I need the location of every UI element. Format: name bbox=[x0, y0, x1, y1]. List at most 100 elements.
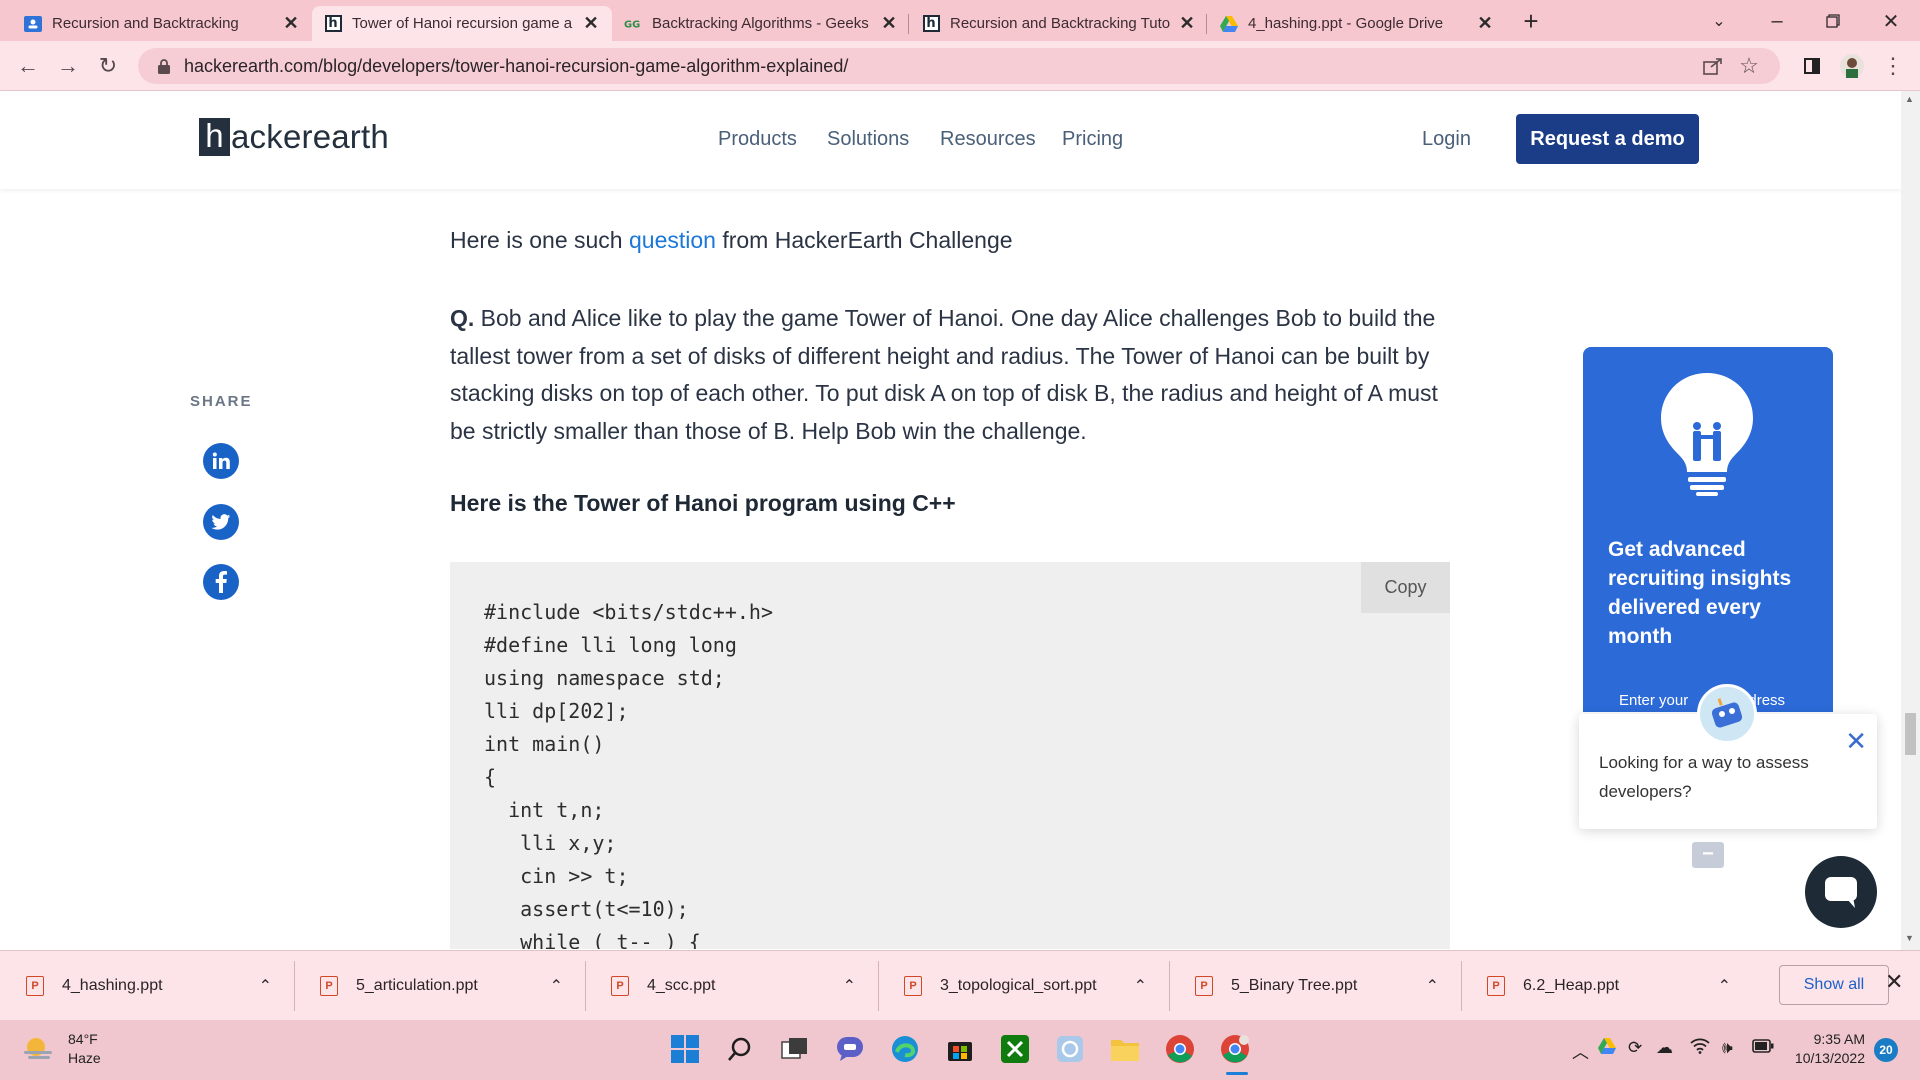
onedrive-cloud-icon[interactable]: ☁ bbox=[1656, 1038, 1673, 1058]
download-filename: 5_Binary Tree.ppt bbox=[1231, 977, 1358, 994]
windows-start-icon[interactable] bbox=[668, 1032, 702, 1066]
download-filename: 5_articulation.ppt bbox=[356, 977, 478, 994]
tab-title: Recursion and Backtracking Tuto bbox=[950, 15, 1171, 32]
temperature: 84°F bbox=[68, 1031, 98, 1047]
show-hidden-icons-chevron-icon[interactable]: ︿ bbox=[1572, 1038, 1589, 1063]
profile-avatar[interactable] bbox=[1834, 49, 1870, 83]
address-bar[interactable]: hackerearth.com/blog/developers/tower-ha… bbox=[138, 48, 1780, 84]
page-scrollbar[interactable]: ▲ ▼ bbox=[1901, 91, 1920, 950]
share-label: SHARE bbox=[190, 393, 253, 410]
browser-toolbar: ← → ↻ hackerearth.com/blog/developers/to… bbox=[0, 41, 1920, 91]
back-arrow-icon[interactable]: ← bbox=[10, 49, 46, 83]
newsletter-promo: Get advanced recruiting insights deliver… bbox=[1583, 347, 1833, 712]
tab-recursion-tutorial[interactable]: h Recursion and Backtracking Tuto ✕ bbox=[910, 6, 1208, 41]
bookmark-star-icon[interactable]: ☆ bbox=[1732, 48, 1766, 84]
chevron-up-icon[interactable]: ⌃ bbox=[1426, 976, 1439, 996]
close-tab-icon[interactable]: ✕ bbox=[1476, 13, 1494, 34]
search-icon[interactable] bbox=[723, 1032, 757, 1066]
wifi-icon[interactable] bbox=[1690, 1038, 1710, 1059]
forward-arrow-icon[interactable]: → bbox=[50, 49, 86, 83]
nav-solutions[interactable]: Solutions bbox=[827, 128, 909, 151]
email-placeholder-start: Enter your bbox=[1619, 692, 1693, 709]
close-tab-icon[interactable]: ✕ bbox=[1178, 13, 1196, 34]
ppt-file-icon: P bbox=[26, 976, 44, 996]
chevron-up-icon[interactable]: ⌃ bbox=[1134, 976, 1147, 996]
minimize-window-button[interactable]: – bbox=[1752, 4, 1802, 38]
scrollbar-thumb[interactable] bbox=[1905, 713, 1916, 755]
chevron-up-icon[interactable]: ⌃ bbox=[259, 976, 272, 996]
ppt-file-icon: P bbox=[1195, 976, 1213, 996]
linkedin-icon[interactable] bbox=[203, 443, 239, 479]
chevron-up-icon[interactable]: ⌃ bbox=[1718, 976, 1731, 996]
chat-launcher-icon[interactable] bbox=[1805, 856, 1877, 928]
code-line: #define lli long long bbox=[484, 633, 737, 657]
tab-google-drive[interactable]: 4_hashing.ppt - Google Drive ✕ bbox=[1208, 6, 1506, 41]
ppt-file-icon: P bbox=[611, 976, 629, 996]
url-text: hackerearth.com/blog/developers/tower-ha… bbox=[184, 55, 849, 76]
facebook-icon[interactable] bbox=[203, 564, 239, 600]
download-item[interactable]: P 5_articulation.ppt ⌃ bbox=[294, 951, 585, 1021]
chevron-up-icon[interactable]: ⌃ bbox=[550, 976, 563, 996]
nav-pricing[interactable]: Pricing bbox=[1062, 128, 1123, 151]
teams-chat-icon[interactable] bbox=[833, 1032, 867, 1066]
download-item[interactable]: P 5_Binary Tree.ppt ⌃ bbox=[1169, 951, 1461, 1021]
task-view-icon[interactable] bbox=[778, 1032, 812, 1066]
microsoft-store-icon[interactable] bbox=[943, 1032, 977, 1066]
volume-icon[interactable]: 🕪 bbox=[1722, 1038, 1733, 1058]
nav-resources[interactable]: Resources bbox=[940, 128, 1036, 151]
intro-text: Here is one such bbox=[450, 227, 629, 253]
xbox-icon[interactable] bbox=[998, 1032, 1032, 1066]
site-header: h ackerearth Products Solutions Resource… bbox=[0, 91, 1901, 189]
lock-icon[interactable] bbox=[154, 56, 174, 76]
side-panel-icon[interactable] bbox=[1794, 49, 1830, 83]
tab-backtracking-algorithms[interactable]: GG Backtracking Algorithms - Geeks ✕ bbox=[612, 6, 910, 41]
download-item[interactable]: P 4_hashing.ppt ⌃ bbox=[0, 951, 294, 1021]
code-line: int main() bbox=[484, 732, 605, 756]
system-clock[interactable]: 9:35 AM 10/13/2022 bbox=[1785, 1030, 1865, 1068]
chat-bot-avatar bbox=[1697, 684, 1757, 744]
tab-search-chevron-icon[interactable]: ⌄ bbox=[1694, 4, 1744, 38]
camera-app-icon[interactable] bbox=[1053, 1032, 1087, 1066]
weather-widget[interactable]: 84°F Haze bbox=[22, 1030, 101, 1068]
chevron-up-icon[interactable]: ⌃ bbox=[843, 976, 856, 996]
nav-products[interactable]: Products bbox=[718, 128, 797, 151]
reload-icon[interactable]: ↻ bbox=[90, 49, 126, 83]
minimize-chat-button[interactable]: − bbox=[1692, 842, 1724, 868]
tab-title: Recursion and Backtracking bbox=[52, 15, 239, 32]
scroll-up-arrow-icon[interactable]: ▲ bbox=[1905, 94, 1914, 104]
download-item[interactable]: P 6.2_Heap.ppt ⌃ bbox=[1461, 951, 1753, 1021]
share-page-icon[interactable] bbox=[1696, 48, 1730, 84]
show-all-downloads-button[interactable]: Show all bbox=[1779, 965, 1889, 1005]
close-icon[interactable]: ✕ bbox=[1845, 726, 1867, 757]
close-downloads-icon[interactable]: ✕ bbox=[1885, 969, 1903, 995]
google-drive-tray-icon[interactable] bbox=[1598, 1038, 1616, 1059]
login-link[interactable]: Login bbox=[1422, 128, 1471, 151]
scroll-down-arrow-icon[interactable]: ▼ bbox=[1905, 933, 1914, 943]
download-item[interactable]: P 4_scc.ppt ⌃ bbox=[585, 951, 878, 1021]
sync-icon[interactable]: ⟳ bbox=[1628, 1038, 1642, 1058]
chrome-icon[interactable] bbox=[1163, 1032, 1197, 1066]
battery-icon[interactable] bbox=[1752, 1038, 1774, 1058]
new-tab-button[interactable]: + bbox=[1506, 4, 1556, 38]
ppt-file-icon: P bbox=[904, 976, 922, 996]
notification-badge[interactable]: 20 bbox=[1874, 1038, 1898, 1062]
close-tab-icon[interactable]: ✕ bbox=[880, 13, 898, 34]
restore-window-button[interactable] bbox=[1808, 4, 1858, 38]
question-link[interactable]: question bbox=[629, 227, 716, 253]
edge-browser-icon[interactable] bbox=[888, 1032, 922, 1066]
tab-tower-of-hanoi[interactable]: h Tower of Hanoi recursion game a ✕ bbox=[312, 6, 612, 41]
weather-condition: Haze bbox=[68, 1050, 101, 1066]
twitter-icon[interactable] bbox=[203, 504, 239, 540]
browser-menu-icon[interactable]: ⋮ bbox=[1875, 49, 1911, 83]
copy-code-button[interactable]: Copy bbox=[1361, 562, 1450, 613]
chrome-profile-icon[interactable] bbox=[1218, 1032, 1252, 1066]
tab-recursion-backtracking[interactable]: Recursion and Backtracking ✕ bbox=[12, 6, 312, 41]
request-demo-button[interactable]: Request a demo bbox=[1516, 114, 1699, 164]
close-tab-icon[interactable]: ✕ bbox=[282, 13, 300, 34]
hackerearth-logo[interactable]: h ackerearth bbox=[199, 118, 389, 156]
question-prefix: Q. bbox=[450, 305, 475, 331]
close-tab-icon[interactable]: ✕ bbox=[582, 13, 600, 34]
file-explorer-icon[interactable] bbox=[1108, 1032, 1142, 1066]
close-window-button[interactable]: ✕ bbox=[1866, 4, 1916, 38]
download-item[interactable]: P 3_topological_sort.ppt ⌃ bbox=[878, 951, 1169, 1021]
